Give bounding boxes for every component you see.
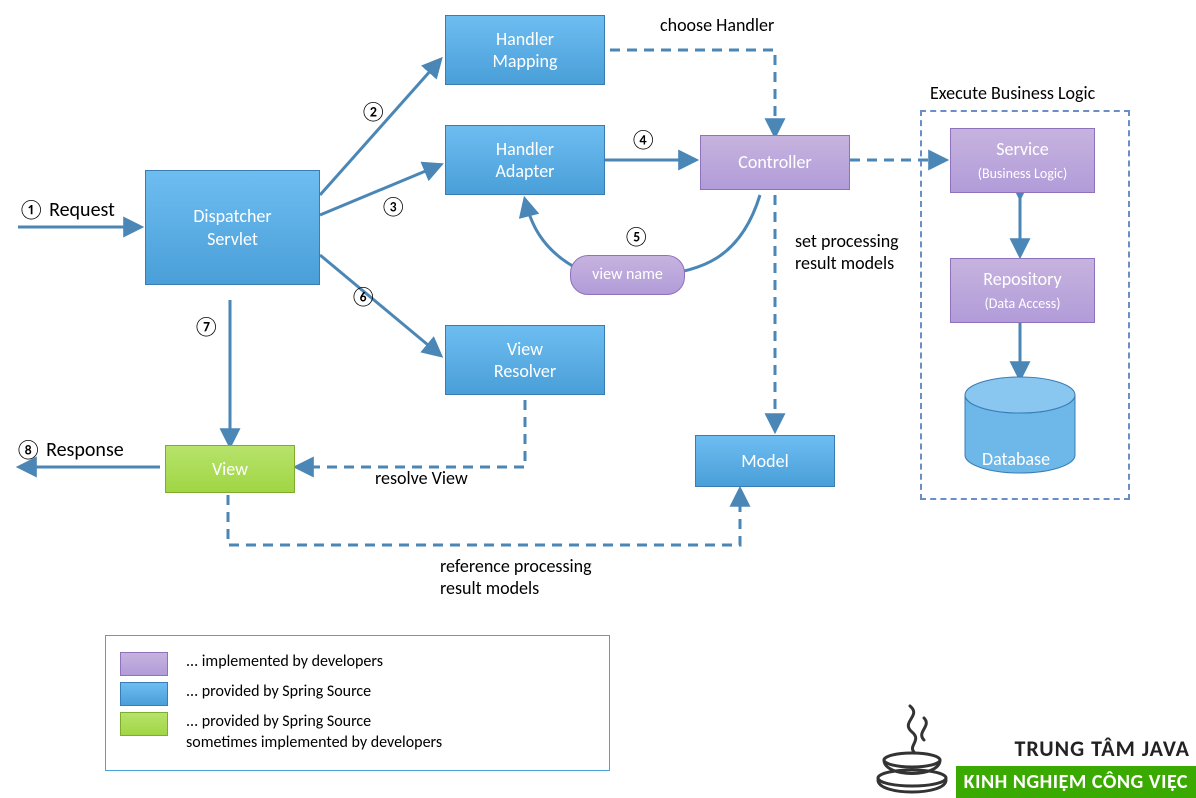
text: Resolver [494, 360, 556, 382]
step-3: ③ [380, 195, 407, 219]
logo-line2: KINH NGHIỆM CÔNG VIỆC [956, 766, 1196, 798]
swatch-blue [120, 682, 168, 706]
step-4: ④ [630, 128, 657, 152]
text: Adapter [496, 160, 555, 182]
step-2: ② [360, 100, 387, 124]
text: (Data Access) [985, 295, 1061, 312]
legend-text: ... provided by Spring Sourcesometimes i… [186, 712, 442, 754]
box-handler-mapping: HandlerMapping [445, 15, 605, 85]
legend-text: ... provided by Spring Source [186, 682, 371, 703]
label-ref-models: reference processingresult models [440, 555, 592, 599]
step-5: ⑤ [623, 225, 650, 249]
legend-text: ... implemented by developers [186, 652, 383, 673]
swatch-green [120, 712, 168, 736]
legend-row-developer: ... implemented by developers [120, 652, 595, 676]
text: Handler [496, 138, 554, 160]
legend-row-spring: ... provided by Spring Source [120, 682, 595, 706]
text: Database [982, 448, 1050, 470]
box-handler-adapter: HandlerAdapter [445, 125, 605, 195]
text: Model [741, 450, 788, 473]
box-repository: Repository (Data Access) [950, 258, 1095, 323]
text: Dispatcher [193, 205, 271, 227]
label-resolve-view: resolve View [375, 467, 468, 489]
text: Mapping [493, 50, 558, 72]
label-database: Database [982, 448, 1050, 470]
box-view: View [165, 445, 295, 493]
label-set-models: set processingresult models [795, 230, 899, 274]
text: (Business Logic) [978, 165, 1068, 182]
text: view name [592, 265, 663, 285]
box-service: Service (Business Logic) [950, 128, 1095, 193]
swatch-purple [120, 652, 168, 676]
logo-line1: TRUNG TÂM JAVA [956, 733, 1196, 766]
box-dispatcher-servlet: DispatcherServlet [145, 170, 320, 285]
logo: TRUNG TÂM JAVA KINH NGHIỆM CÔNG VIỆC [870, 698, 1196, 798]
box-model: Model [695, 435, 835, 487]
text: Controller [738, 151, 811, 174]
text: Servlet [207, 228, 258, 250]
step-1: ① Request [18, 198, 115, 222]
label-choose-handler: choose Handler [660, 14, 774, 36]
text: View [212, 458, 248, 481]
step-6: ⑥ [350, 285, 377, 309]
text: Handler [496, 28, 554, 50]
legend: ... implemented by developers ... provid… [105, 635, 610, 771]
box-view-name: view name [570, 255, 685, 295]
text: View [507, 338, 543, 360]
text: Repository [983, 268, 1061, 290]
java-cup-icon [870, 698, 956, 798]
box-view-resolver: ViewResolver [445, 325, 605, 395]
step-8: ⑧ Response [15, 438, 124, 462]
step-7: ⑦ [193, 315, 220, 339]
box-controller: Controller [700, 135, 850, 190]
legend-row-mixed: ... provided by Spring Sourcesometimes i… [120, 712, 595, 754]
label-exec-biz: Execute Business Logic [930, 82, 1095, 104]
text: Service [996, 138, 1049, 160]
